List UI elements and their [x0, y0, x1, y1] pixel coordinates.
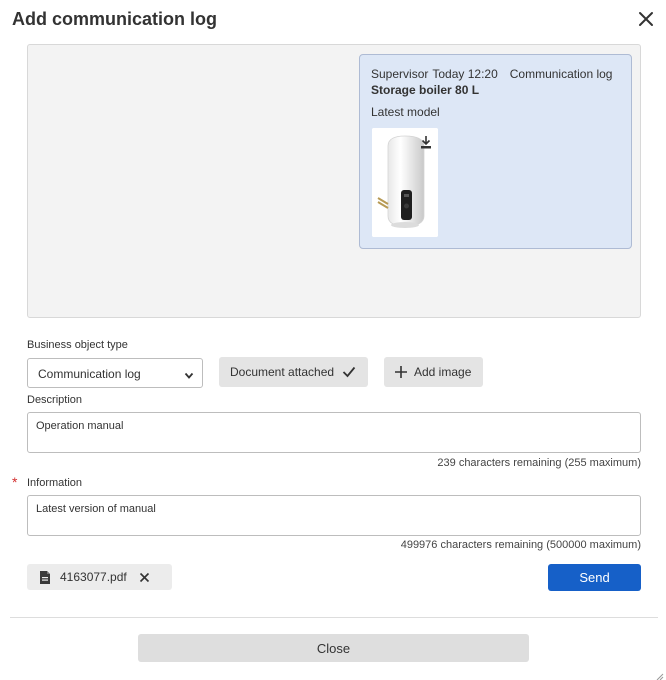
add-image-label: Add image — [414, 365, 472, 379]
card-note: Latest model — [371, 105, 440, 119]
attachment-chip: 4163077.pdf — [27, 564, 172, 590]
business-object-type-select[interactable]: Communication log — [27, 358, 203, 388]
send-button[interactable]: Send — [548, 564, 641, 591]
information-field[interactable]: Latest version of manual — [27, 495, 641, 536]
close-button[interactable]: Close — [138, 634, 529, 662]
attachment-file-name[interactable]: 4163077.pdf — [60, 570, 127, 584]
required-marker: * — [12, 474, 18, 490]
card-time: Today 12:20 — [432, 67, 498, 81]
remove-attachment-icon[interactable] — [139, 572, 150, 583]
file-icon — [40, 570, 50, 584]
description-label: Description — [27, 394, 83, 406]
document-attached-button[interactable]: Document attached — [219, 357, 368, 387]
footer-divider — [10, 617, 658, 618]
card-kind: Communication log — [509, 67, 613, 81]
description-counter: 239 characters remaining (255 maximum) — [437, 457, 641, 469]
card-meta: Supervisor Today 12:20 Communication log — [371, 67, 612, 81]
business-object-type-value: Communication log — [38, 367, 141, 381]
plus-icon — [395, 366, 407, 378]
checkmark-icon — [342, 366, 356, 378]
information-counter: 499976 characters remaining (500000 maxi… — [400, 539, 641, 551]
information-label: Information — [27, 477, 83, 489]
download-icon[interactable] — [418, 134, 434, 150]
water-heater-image[interactable] — [372, 128, 438, 237]
close-icon[interactable] — [636, 9, 656, 29]
resize-grip-icon[interactable] — [654, 668, 664, 680]
dialog-title: Add communication log — [12, 9, 217, 29]
card-object-name: Storage boiler 80 L — [371, 83, 480, 97]
document-attached-label: Document attached — [230, 365, 335, 379]
add-image-button[interactable]: Add image — [384, 357, 483, 387]
description-field[interactable]: Operation manual — [27, 412, 641, 453]
communication-log-card: Supervisor Today 12:20 Communication log S… — [359, 54, 632, 249]
chevron-down-icon — [184, 369, 194, 383]
business-object-type-label: Business object type — [27, 339, 128, 351]
card-author: Supervisor — [371, 67, 429, 81]
